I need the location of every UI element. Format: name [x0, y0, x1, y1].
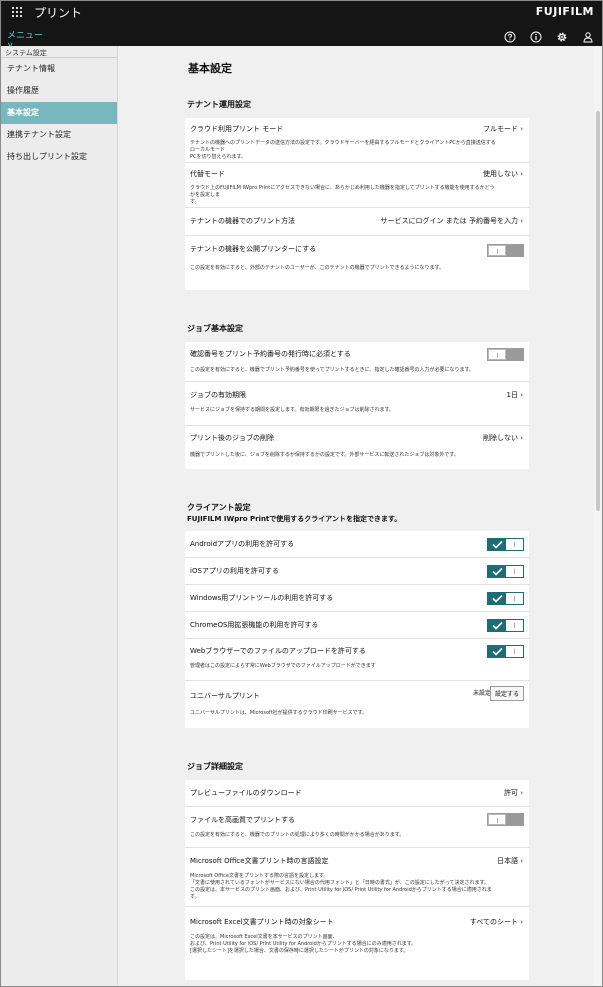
- sidebar-section-title: システム設定: [1, 46, 117, 58]
- setting-value: すべてのシート ›: [469, 918, 523, 926]
- setting-row: ChromeOS用拡張機能の利用を許可する: [185, 612, 529, 639]
- sidebar-item-basic-settings[interactable]: 基本設定: [1, 102, 117, 124]
- setting-description: この設定を有効にすると、機器でのプリントの処理により多くの時間がかかる場合があり…: [190, 832, 405, 838]
- setting-row[interactable]: プレビューファイルのダウンロード 許可 ›: [185, 780, 529, 807]
- setting-label: テナントの機器でのプリント方法: [190, 217, 295, 225]
- setting-label: ChromeOS用拡張機能の利用を許可する: [190, 621, 319, 629]
- setting-row[interactable]: Microsoft Excel文書プリント時の対象シート すべてのシート › こ…: [185, 907, 529, 980]
- setting-row[interactable]: テナントの機器でのプリント方法 サービスにログイン または 予約番号を入力 ›: [185, 208, 529, 236]
- user-icon[interactable]: [582, 28, 594, 43]
- setting-value: 許可 ›: [503, 789, 523, 797]
- sidebar-item-takeout-print[interactable]: 持ち出しプリント設定: [1, 146, 117, 168]
- section-title: ジョブ詳細設定: [187, 762, 243, 771]
- section-subtitle: FUJIFILM IWpro Printで使用するクライアントを指定できます。: [187, 515, 402, 523]
- setting-row[interactable]: 代替モード 使用しない › クラウド上のFUJIFILM IWpro Print…: [185, 163, 529, 208]
- setting-description: クラウド上のFUJIFILM IWpro Printにアクセスできない場合に、あ…: [190, 185, 495, 205]
- header-icons: [504, 28, 594, 43]
- toggle-switch-on[interactable]: [487, 645, 524, 658]
- status-text: 未設定: [472, 690, 491, 697]
- toggle-switch-on[interactable]: [487, 538, 524, 551]
- app-grid-icon[interactable]: [12, 7, 22, 17]
- toggle-switch-off[interactable]: [487, 813, 524, 826]
- settings-card: 確認番号をプリント予約番号の発行時に必須とする この設定を有効にすると、機器でプ…: [185, 342, 529, 469]
- brand-logo: FUJIFILM: [535, 5, 594, 18]
- setting-label: ジョブの有効期限: [190, 391, 246, 399]
- sidebar-item-operation-history[interactable]: 操作履歴: [1, 80, 117, 102]
- settings-card: プレビューファイルのダウンロード 許可 › ファイルを高画質でプリントする この…: [185, 780, 529, 980]
- setting-row: テナントの機器を公開プリンターにする この設定を有効にすると、外部のテナントのユ…: [185, 236, 529, 290]
- setting-row[interactable]: プリント後のジョブの削除 削除しない › 機器でプリントした後に、ジョブを削除す…: [185, 426, 529, 469]
- setting-label: Microsoft Excel文書プリント時の対象シート: [190, 918, 334, 926]
- setting-row: ユニバーサルプリント 未設定 設定する ユニバーサルプリントは、Microsof…: [185, 681, 529, 728]
- setting-description: ユニバーサルプリントは、Microsoft社が提供するクラウド印刷サービスです。: [190, 710, 368, 716]
- setting-label: ユニバーサルプリント: [190, 692, 260, 700]
- setting-label: プリント後のジョブの削除: [190, 434, 274, 442]
- setting-description: テナントの機器へのプリントデータの送信方法の設定です。クラウドサーバーを経由する…: [190, 140, 496, 160]
- toggle-switch-off[interactable]: [487, 244, 524, 257]
- settings-icon[interactable]: [556, 28, 568, 42]
- setting-row: Androidアプリの利用を許可する: [185, 531, 529, 558]
- setting-row: Windows用プリントツールの利用を許可する: [185, 585, 529, 612]
- setting-label: Androidアプリの利用を許可する: [190, 540, 295, 548]
- settings-card: クラウド利用プリント モード フルモード › テナントの機器へのプリントデータの…: [185, 118, 529, 290]
- setting-description: 管理者はこの設定によらず常にWebブラウザでのファイルアップロードができます: [190, 663, 376, 669]
- setting-label: テナントの機器を公開プリンターにする: [190, 245, 317, 253]
- section-title: ジョブ基本設定: [187, 324, 243, 333]
- sidebar: システム設定 テナント情報 操作履歴 基本設定 連携テナント設定 持ち出しプリン…: [1, 46, 118, 986]
- sidebar-item-tenant-info[interactable]: テナント情報: [1, 58, 117, 80]
- app-title: プリント: [34, 6, 83, 20]
- setting-label: 代替モード: [190, 170, 225, 178]
- toggle-switch-on[interactable]: [487, 592, 524, 605]
- setting-row: Webブラウザーでのファイルのアップロードを許可する 管理者はこの設定によらず常…: [185, 639, 529, 681]
- page-title: 基本設定: [188, 62, 232, 75]
- setting-row: 確認番号をプリント予約番号の発行時に必須とする この設定を有効にすると、機器でプ…: [185, 342, 529, 382]
- setting-value: 削除しない ›: [482, 434, 523, 442]
- setting-row[interactable]: Microsoft Office文書プリント時の言語設定 日本語 › Micro…: [185, 848, 529, 907]
- scrollbar-thumb[interactable]: [596, 111, 600, 511]
- setting-description: Microsoft Office文書をプリントする際の言語を設定します。 「文書…: [190, 873, 492, 900]
- settings-card: Androidアプリの利用を許可する iOSアプリの利用を許可する Window…: [185, 531, 529, 728]
- setting-description: この設定を有効にすると、機器でプリント予約番号を使ってプリントするときに、指定し…: [190, 367, 474, 373]
- setting-value: 使用しない ›: [482, 170, 523, 178]
- main-content: 基本設定 テナント運用設定 クラウド利用プリント モード フルモード › テナン…: [118, 46, 595, 986]
- setting-row[interactable]: クラウド利用プリント モード フルモード › テナントの機器へのプリントデータの…: [185, 118, 529, 163]
- setting-value: 1日 ›: [506, 391, 524, 399]
- setting-row: iOSアプリの利用を許可する: [185, 558, 529, 585]
- setting-label: iOSアプリの利用を許可する: [190, 567, 279, 575]
- setting-label: ファイルを高画質でプリントする: [190, 816, 295, 824]
- setting-label: Windows用プリントツールの利用を許可する: [190, 594, 334, 602]
- configure-button[interactable]: 設定する: [489, 686, 524, 701]
- setting-row[interactable]: ジョブの有効期限 1日 › サービスにジョブを保持する期間を設定します。有効期限…: [185, 382, 529, 426]
- section-title: クライアント設定: [187, 503, 251, 512]
- setting-description: サービスにジョブを保持する期間を設定します。有効期限を過ぎたジョブは削除されます…: [190, 407, 395, 413]
- setting-label: クラウド利用プリント モード: [190, 125, 284, 133]
- setting-value: フルモード ›: [482, 125, 523, 133]
- sidebar-item-linked-tenant[interactable]: 連携テナント設定: [1, 124, 117, 146]
- section-title: テナント運用設定: [187, 100, 251, 109]
- setting-value: サービスにログイン または 予約番号を入力 ›: [380, 217, 523, 225]
- setting-row: ファイルを高画質でプリントする この設定を有効にすると、機器でのプリントの処理に…: [185, 807, 529, 848]
- setting-label: 確認番号をプリント予約番号の発行時に必須とする: [190, 350, 351, 358]
- setting-description: 機器でプリントした後に、ジョブを削除するか保持するかの設定です。外部サービスに転…: [190, 452, 459, 458]
- setting-label: Microsoft Office文書プリント時の言語設定: [190, 857, 329, 865]
- setting-description: この設定を有効にすると、外部のテナントのユーザーが、このテナントの機器でプリント…: [190, 265, 445, 271]
- setting-value: 日本語 ›: [496, 857, 523, 865]
- setting-label: Webブラウザーでのファイルのアップロードを許可する: [190, 647, 366, 655]
- toggle-switch-on[interactable]: [487, 619, 524, 632]
- help-icon[interactable]: [504, 28, 516, 43]
- setting-label: プレビューファイルのダウンロード: [190, 789, 302, 797]
- setting-description: この設定は、Microsoft Excel文書を本サービスのプリント画面、 およ…: [190, 934, 417, 954]
- toggle-switch-off[interactable]: [487, 348, 524, 361]
- top-bar: プリント FUJIFILM メニュー ∨: [1, 1, 602, 54]
- toggle-switch-on[interactable]: [487, 565, 524, 578]
- info-icon[interactable]: [530, 28, 542, 43]
